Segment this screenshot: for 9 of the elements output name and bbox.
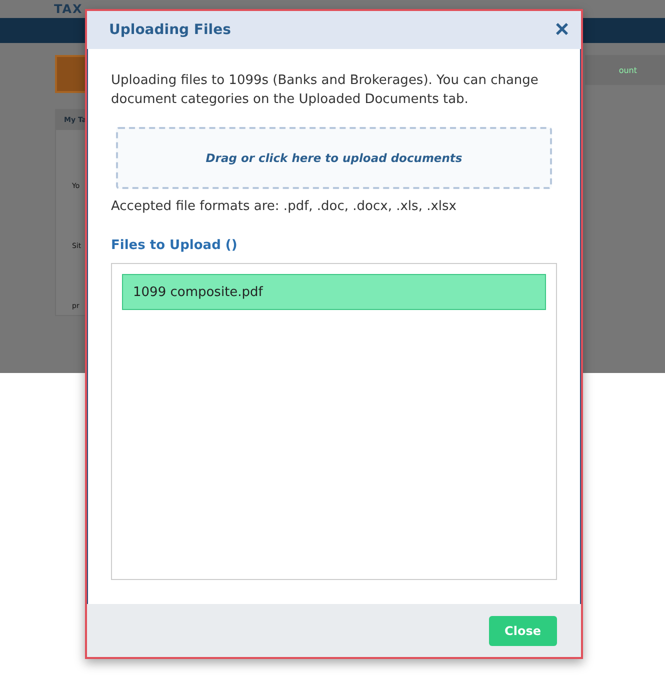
formats-text: Accepted file formats are: .pdf, .doc, .docx, .xls, .xlsx <box>111 199 458 214</box>
files-heading: Files to Upload () <box>111 238 238 253</box>
intro-text: Uploading files to 1099s (Banks and Brokerages). You can change document categories on the Uploaded Documents tab. <box>111 72 540 109</box>
file-item: 1099 composite.pdf <box>122 274 546 310</box>
close-button[interactable]: × <box>554 18 569 42</box>
dialog-title: Uploading Files <box>109 22 231 38</box>
account-link[interactable]: ount <box>585 55 665 85</box>
upload-dropzone[interactable]: Drag or click here to upload documents <box>116 127 552 189</box>
logo: TAX <box>54 2 83 16</box>
